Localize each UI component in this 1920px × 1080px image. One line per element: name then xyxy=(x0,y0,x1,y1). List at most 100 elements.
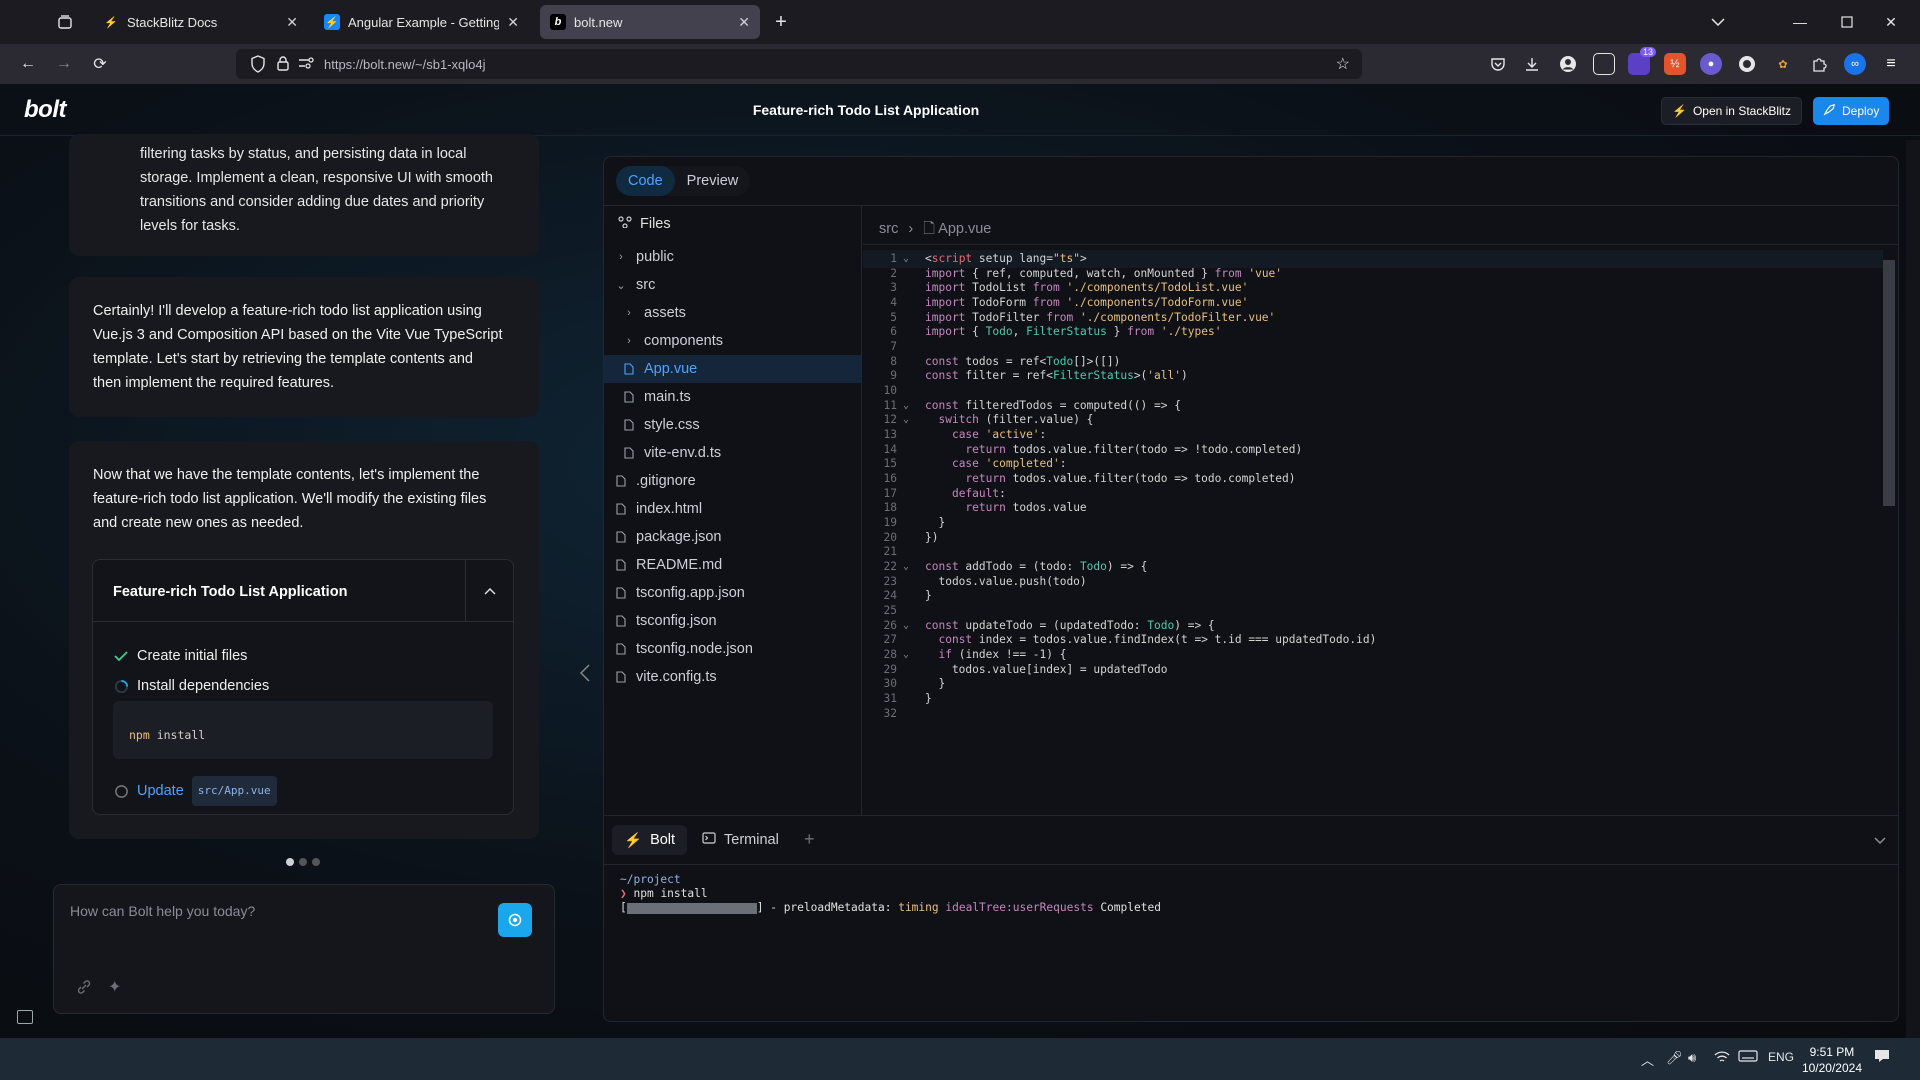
chevron-down-icon[interactable] xyxy=(1703,8,1733,36)
pagination-dot[interactable] xyxy=(286,858,294,866)
tab-label: bolt.new xyxy=(574,14,623,30)
bookmark-star-icon[interactable]: ☆ xyxy=(1336,54,1350,74)
tree-file[interactable]: README.md xyxy=(604,551,861,579)
scrollbar-thumb[interactable] xyxy=(1883,260,1895,506)
tree-file[interactable]: vite-env.d.ts xyxy=(604,439,861,467)
extension-infinity-icon[interactable]: ∞ xyxy=(1844,53,1866,75)
tree-file[interactable]: tsconfig.app.json xyxy=(604,579,861,607)
chevron-up-icon[interactable]: ︿ xyxy=(1641,1050,1654,1069)
code-line[interactable]: 32 xyxy=(863,705,1883,723)
deploy-button[interactable]: Deploy xyxy=(1813,97,1890,125)
permissions-icon[interactable] xyxy=(298,56,314,75)
notification-icon[interactable] xyxy=(1874,1048,1890,1067)
wifi-icon[interactable] xyxy=(1714,1050,1730,1067)
enhance-sparkle-icon[interactable]: ✦ xyxy=(108,977,121,997)
close-icon[interactable]: ✕ xyxy=(286,14,298,31)
browser-tab-angular-example[interactable]: ⚡ Angular Example - Getting Start ✕ xyxy=(314,5,529,39)
pocket-icon[interactable] xyxy=(1487,53,1509,75)
clock-time: 9:51 PM xyxy=(1809,1045,1855,1059)
new-tab-icon[interactable]: + xyxy=(766,8,796,36)
tree-folder[interactable]: › public xyxy=(604,243,861,271)
terminal-output[interactable]: ~/project ❯ npm install [] - preloadMetada… xyxy=(620,873,1161,915)
tree-item-label: README.md xyxy=(636,557,723,573)
tab-preview[interactable]: Preview xyxy=(675,166,751,196)
open-in-stackblitz-button[interactable]: ⚡ Open in StackBlitz xyxy=(1661,97,1802,125)
tree-folder[interactable]: › components xyxy=(604,327,861,355)
breadcrumb-folder[interactable]: src xyxy=(879,221,898,237)
breadcrumb-file[interactable]: App.vue xyxy=(938,221,991,237)
shield-icon[interactable] xyxy=(250,55,266,78)
code-editor: src › 🗋 App.vue 1 ⌄ <script setup lang="ts… xyxy=(863,206,1898,815)
url-text[interactable]: https://bolt.new/~/sb1-xqlo4j xyxy=(324,57,486,72)
terminal-tab-bolt[interactable]: ⚡ Bolt xyxy=(612,825,688,855)
tree-file[interactable]: vite.config.ts xyxy=(604,663,861,691)
progress-text: ] - preloadMetadata: xyxy=(756,901,899,914)
add-terminal-icon[interactable]: + xyxy=(804,829,815,850)
chevron-down-icon[interactable] xyxy=(1874,832,1886,850)
clock[interactable]: 9:51 PM 10/20/2024 xyxy=(1802,1044,1862,1076)
browser-tab-bolt-new[interactable]: b bolt.new ✕ xyxy=(540,5,760,39)
lock-icon[interactable] xyxy=(276,55,290,76)
microphone-icon[interactable]: 🎤︎ xyxy=(1666,1050,1683,1066)
extensions-puzzle-icon[interactable] xyxy=(1808,53,1830,75)
reload-icon[interactable]: ⟳ xyxy=(86,50,114,78)
code-area[interactable]: 1 ⌄ <script setup lang="ts"> 2 import { ref,… xyxy=(863,246,1887,814)
close-icon[interactable]: ✕ xyxy=(738,14,750,31)
editor-scrollbar[interactable] xyxy=(1883,250,1895,774)
sidebar-toggle-icon[interactable] xyxy=(17,1010,33,1024)
tree-folder[interactable]: › assets xyxy=(604,299,861,327)
close-window-icon[interactable]: ✕ xyxy=(1876,8,1906,36)
chevron-left-icon[interactable] xyxy=(579,664,590,687)
tab-overview-icon[interactable] xyxy=(50,8,80,36)
maximize-icon[interactable] xyxy=(1832,8,1862,36)
tree-file[interactable]: App.vue xyxy=(604,355,861,383)
tree-item-label: App.vue xyxy=(644,361,698,377)
windows-taskbar: ︿ 🎤︎ 🔊︎ ENG 9:51 PM 10/20/2024 xyxy=(0,1038,1920,1080)
tree-file[interactable]: main.ts xyxy=(604,383,861,411)
url-bar[interactable]: https://bolt.new/~/sb1-xqlo4j ☆ xyxy=(236,49,1362,79)
send-button[interactable] xyxy=(498,903,532,937)
tab-code[interactable]: Code xyxy=(616,166,675,196)
back-icon[interactable]: ← xyxy=(14,50,42,78)
extension-leaf-icon[interactable]: ✿ xyxy=(1772,53,1794,75)
prompt-input[interactable] xyxy=(70,903,490,919)
minimize-icon[interactable]: — xyxy=(1785,8,1815,36)
spinner-icon xyxy=(113,678,129,694)
pagination-dot[interactable] xyxy=(299,858,307,866)
extension-screen-icon[interactable] xyxy=(1593,53,1615,75)
tree-file[interactable]: tsconfig.json xyxy=(604,607,861,635)
extension-cloud-icon[interactable]: ● xyxy=(1700,53,1722,75)
menu-hamburger-icon[interactable]: ≡ xyxy=(1880,53,1902,75)
tree-folder[interactable]: ⌄ src xyxy=(604,271,861,299)
attach-link-icon[interactable] xyxy=(76,979,92,1000)
speaker-icon[interactable]: 🔊︎ xyxy=(1688,1050,1696,1066)
tree-file[interactable]: package.json xyxy=(604,523,861,551)
tree-item-label: main.ts xyxy=(644,389,691,405)
tree-file[interactable]: .gitignore xyxy=(604,467,861,495)
browser-tab-bar: ⚡ StackBlitz Docs ✕ ⚡ Angular Example - … xyxy=(0,0,1920,44)
tree-file[interactable]: index.html xyxy=(604,495,861,523)
extension-circle-icon[interactable] xyxy=(1736,53,1758,75)
pagination-dot[interactable] xyxy=(312,858,320,866)
completed-text: Completed xyxy=(1100,901,1161,914)
file-icon xyxy=(614,615,628,627)
browser-tab-stackblitz-docs[interactable]: ⚡ StackBlitz Docs ✕ xyxy=(93,5,308,39)
chevron-down-icon: ⌄ xyxy=(616,279,626,292)
terminal-tab-terminal[interactable]: Terminal xyxy=(690,825,791,855)
close-icon[interactable]: ✕ xyxy=(507,14,519,31)
chevron-up-icon[interactable] xyxy=(465,560,513,622)
account-icon[interactable] xyxy=(1557,53,1579,75)
language-indicator[interactable]: ENG xyxy=(1768,1050,1794,1064)
tree-file[interactable]: style.css xyxy=(604,411,861,439)
download-icon[interactable] xyxy=(1521,53,1543,75)
extension-shield-icon[interactable]: 13 xyxy=(1628,47,1656,75)
tree-file[interactable]: tsconfig.node.json xyxy=(604,635,861,663)
extension-office-icon[interactable]: ½ xyxy=(1664,53,1686,75)
keyboard-icon[interactable] xyxy=(1738,1050,1758,1065)
tree-item-label: assets xyxy=(644,305,686,321)
forward-icon[interactable]: → xyxy=(50,50,78,78)
stackblitz-bolt-icon: ⚡ xyxy=(104,16,118,29)
page-scrollbar[interactable] xyxy=(1906,140,1920,1038)
step-update-app-vue[interactable]: Update src/App.vue xyxy=(113,776,277,806)
artifact-header[interactable]: Feature-rich Todo List Application xyxy=(93,560,513,622)
